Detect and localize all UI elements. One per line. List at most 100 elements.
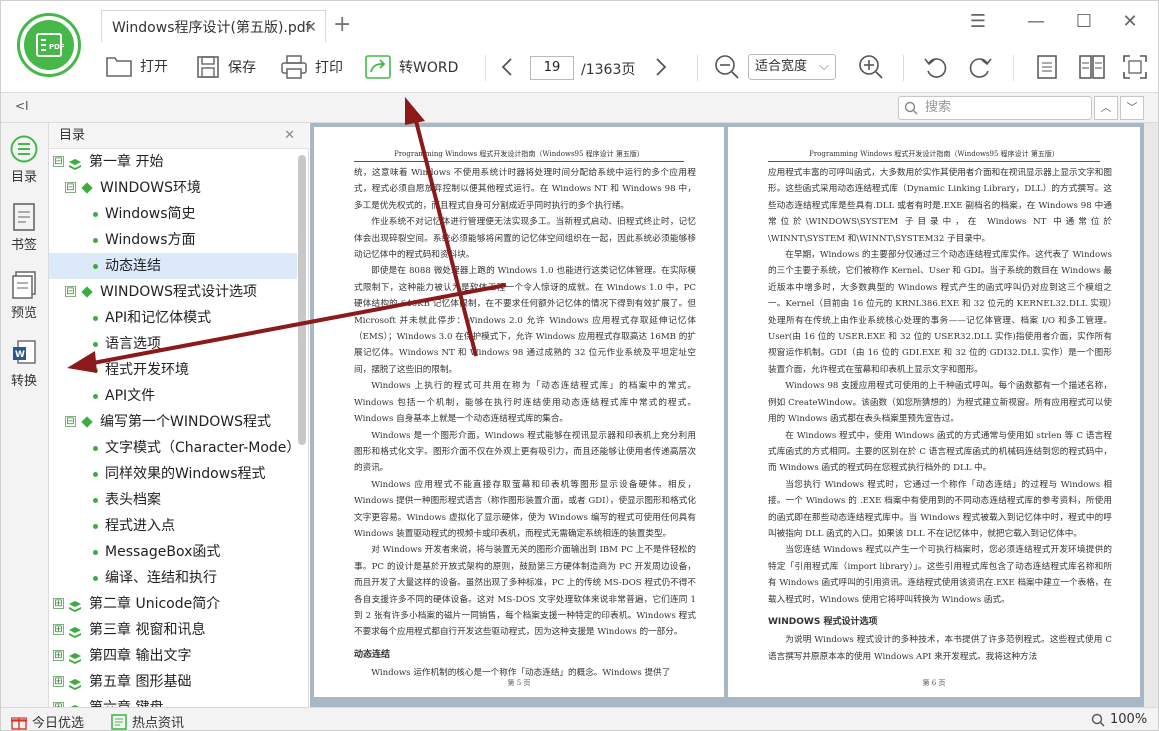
rotate-right-button[interactable]	[967, 55, 993, 81]
save-button[interactable]: 保存	[196, 55, 256, 79]
zoom-in-button[interactable]	[858, 54, 884, 80]
toc-item[interactable]: 表头档案	[49, 487, 297, 513]
document-view[interactable]: Programming Windows 程式开发设计指南（Windows95 程…	[310, 123, 1158, 707]
toc-item[interactable]: Windows简史	[49, 201, 297, 227]
page-number-input[interactable]: 19	[530, 56, 574, 80]
news-icon	[111, 713, 127, 730]
toc-item[interactable]: Windows方面	[49, 227, 297, 253]
toc-item-label: API和记忆体模式	[105, 310, 212, 326]
bullet-icon	[93, 550, 98, 555]
zoom-mode-label: 适合宽度	[755, 59, 808, 74]
page-paragraph: 当您连结 Windows 程式以产生一个可执行档案时，您必须连结程式开发环境提供…	[768, 545, 1112, 605]
search-input[interactable]: 搜索	[898, 96, 1092, 120]
zoom-mode-select[interactable]: 适合宽度 ⌵	[748, 54, 836, 80]
toc-item[interactable]: API文件	[49, 383, 297, 409]
toolbar-divider	[697, 55, 698, 81]
collapse-icon[interactable]: ⊟	[65, 416, 76, 427]
convert-word-icon	[365, 55, 391, 79]
new-tab-icon[interactable]: +	[333, 13, 351, 37]
toc-item[interactable]: 编译、连结和执行	[49, 565, 297, 591]
sidebar-item-toc[interactable]: 目录	[1, 135, 47, 185]
sidebar-item-preview[interactable]: 预览	[1, 271, 47, 321]
zoom-indicator[interactable]: 100%	[1091, 712, 1147, 727]
hot-news-button[interactable]: 热点资讯	[111, 712, 184, 730]
sidebar-item-convert[interactable]: W 转换	[1, 339, 47, 389]
toc-item[interactable]: 程式进入点	[49, 513, 297, 539]
toc-title: 目录	[59, 128, 86, 143]
bullet-icon	[93, 472, 98, 477]
expand-icon[interactable]: ⊞	[53, 676, 64, 687]
toc-item-label: 第一章 开始	[89, 154, 164, 170]
collapse-icon[interactable]: ⊟	[65, 286, 76, 297]
toc-item-label: 文字模式（Character-Mode）	[105, 440, 297, 456]
single-page-button[interactable]	[1037, 55, 1057, 79]
bullet-icon	[93, 238, 98, 243]
toc-scrollbar[interactable]	[298, 155, 306, 445]
toc-item[interactable]: ⊟ WINDOWS程式设计选项	[49, 279, 297, 305]
toc-item[interactable]: ⊞ 第五章 图形基础	[49, 669, 297, 695]
toc-item[interactable]: ⊞ 第二章 Unicode简介	[49, 591, 297, 617]
today-pick-button[interactable]: 今日优选	[11, 712, 84, 730]
expand-icon[interactable]: ⊞	[53, 650, 64, 661]
print-label: 打印	[315, 60, 343, 76]
zoom-out-button[interactable]	[714, 54, 740, 80]
toc-item[interactable]: ⊞第六章 键盘	[49, 695, 297, 707]
next-page-button[interactable]	[655, 57, 667, 77]
page-paragraph: 当您执行 Windows 程式时，它通过一个称作「动态连结」的过程与 Windo…	[768, 479, 1112, 539]
to-word-button[interactable]: 转WORD	[365, 55, 458, 79]
toc-item[interactable]: ⊟ WINDOWS环境	[49, 175, 297, 201]
print-button[interactable]: 打印	[281, 55, 343, 79]
toc-item[interactable]: 同样效果的Windows程式	[49, 461, 297, 487]
fullscreen-button[interactable]	[1123, 55, 1147, 79]
document-scrollbar[interactable]	[1144, 123, 1158, 707]
page-paragraph: Windows 应用程式不能直接存取萤幕和印表机等图形显示设备硬体。相反，Win…	[354, 479, 696, 539]
toolbar-divider	[903, 55, 904, 81]
collapse-icon[interactable]: ⊟	[53, 156, 64, 167]
search-icon	[904, 101, 918, 115]
toc-item[interactable]: ⊞ 第三章 视窗和讯息	[49, 617, 297, 643]
section-diamond-icon	[81, 182, 93, 194]
page-paragraph: 对 Windows 开发者来说，将与装置无关的图形介面输出到 IBM PC 上不…	[354, 545, 696, 638]
collapse-icon[interactable]: ⊟	[65, 182, 76, 193]
search-prev-button[interactable]: ︿	[1094, 96, 1118, 120]
menu-icon[interactable]: ☰	[963, 11, 993, 32]
toc-item[interactable]: ⊞ 第四章 输出文字	[49, 643, 297, 669]
maximize-icon[interactable]: ☐	[1069, 11, 1099, 32]
prev-page-button[interactable]	[501, 57, 513, 77]
rotate-left-button[interactable]	[923, 55, 949, 81]
close-tab-icon[interactable]: ✕	[304, 18, 317, 36]
toc-item-label: 第六章 键盘	[89, 695, 163, 707]
close-toc-icon[interactable]: ✕	[284, 123, 295, 149]
toc-item[interactable]: API和记忆体模式	[49, 305, 297, 331]
panel-toolbar: <I 搜索 ︿ ﹀	[1, 93, 1158, 123]
expand-icon[interactable]: ⊞	[53, 598, 64, 609]
svg-text:W: W	[15, 350, 25, 360]
collapse-sidebar-icon[interactable]: <I	[15, 99, 29, 113]
toc-item[interactable]: ⊟ 第一章 开始	[49, 149, 297, 175]
toc-item[interactable]: 程式开发环境	[49, 357, 297, 383]
bullet-icon	[93, 524, 98, 529]
toc-item[interactable]: 语言选项	[49, 331, 297, 357]
document-tab[interactable]: Windows程序设计(第五版).pdf ✕	[101, 10, 326, 42]
toc-item[interactable]: ⊟ 编写第一个WINDOWS程式	[49, 409, 297, 435]
single-page-icon	[1037, 55, 1057, 79]
open-button[interactable]: 打开	[106, 55, 168, 77]
page-right-body: 应用程式丰富的可呼叫函式，大多数用於实作其使用者介面和在视讯显示器上显示文字和图…	[768, 165, 1112, 665]
toc-item-label: Windows方面	[105, 232, 196, 248]
page-right-header: Programming Windows 程式开发设计指南（Windows95 程…	[768, 149, 1100, 162]
sidebar-item-bookmark[interactable]: 书签	[1, 203, 47, 253]
toc-item[interactable]: 文字模式（Character-Mode）	[49, 435, 297, 461]
sidebar-bookmark-label: 书签	[10, 238, 37, 253]
left-sidebar: 目录 书签 预览 W 转换	[1, 123, 49, 707]
minimize-icon[interactable]: —	[1021, 11, 1051, 32]
save-label: 保存	[228, 60, 256, 76]
toc-item-label: 表头档案	[105, 492, 161, 508]
toc-icon	[10, 135, 38, 163]
toc-item[interactable]: MessageBox函式	[49, 539, 297, 565]
expand-icon[interactable]: ⊞	[53, 624, 64, 635]
close-window-icon[interactable]: ✕	[1115, 11, 1145, 32]
search-next-button[interactable]: ﹀	[1120, 96, 1144, 120]
toc-item[interactable]: 动态连结	[49, 253, 297, 279]
toc-item-label: 第四章 输出文字	[89, 648, 192, 664]
double-page-button[interactable]	[1079, 55, 1105, 79]
